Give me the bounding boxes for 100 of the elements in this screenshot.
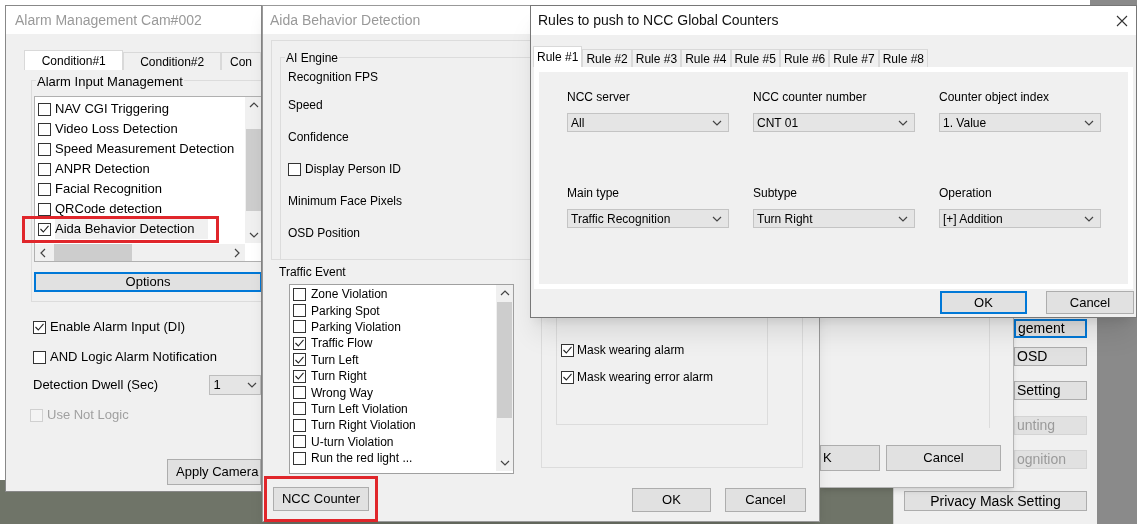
chevron-down-icon <box>898 119 908 126</box>
tab[interactable]: Rule #4 <box>681 49 731 67</box>
checkbox[interactable] <box>38 222 51 236</box>
scroll-left-icon <box>40 247 46 258</box>
ncc-counter-button[interactable]: NCC Counter <box>273 487 369 511</box>
panel-button[interactable]: OSD <box>1014 347 1087 366</box>
ok-button[interactable]: OK <box>632 488 711 512</box>
ok-button[interactable]: OK <box>940 291 1027 314</box>
checkbox[interactable] <box>561 343 574 357</box>
checkbox[interactable] <box>33 320 46 334</box>
list-item[interactable]: Parking Spot <box>311 303 380 318</box>
checkbox[interactable] <box>293 353 306 367</box>
checkbox[interactable] <box>38 102 51 116</box>
list-item[interactable]: NAV CGI Triggering <box>55 99 169 119</box>
list-item[interactable]: Aida Behavior Detection <box>55 219 209 239</box>
panel-button[interactable]: Privacy Mask Setting <box>904 491 1087 511</box>
list-item[interactable]: QRCode detection <box>55 199 162 219</box>
list-item[interactable]: ANPR Detection <box>55 159 150 179</box>
checkbox-label: Enable Alarm Input (DI) <box>50 318 186 337</box>
checkbox-label: Display Person ID <box>305 161 402 178</box>
options-button[interactable]: Options <box>34 272 261 292</box>
dropdown[interactable]: CNT 01 <box>753 113 915 132</box>
list-item[interactable]: Turn Left <box>311 352 359 367</box>
checkbox[interactable] <box>33 350 46 364</box>
cancel-button[interactable]: Cancel <box>886 445 1001 471</box>
checkbox[interactable] <box>38 162 51 176</box>
list-item[interactable]: Parking Violation <box>311 319 401 334</box>
tab[interactable]: Condition#2 <box>123 52 221 70</box>
scrollbar[interactable] <box>245 97 261 243</box>
checkbox[interactable] <box>293 386 306 400</box>
field-label: Counter object index <box>939 89 1051 106</box>
tab[interactable]: Rule #3 <box>631 49 682 67</box>
tab[interactable]: Rule #1 <box>533 46 583 67</box>
tab[interactable]: Con <box>221 52 261 70</box>
tab[interactable]: Rule #6 <box>779 49 830 67</box>
checkbox[interactable] <box>38 142 51 156</box>
list-item[interactable]: Video Loss Detection <box>55 119 178 139</box>
chevron-down-icon <box>247 382 257 388</box>
checkbox[interactable] <box>293 402 306 416</box>
section-label: Traffic Event <box>279 264 347 281</box>
checkbox[interactable] <box>293 369 306 383</box>
checkbox[interactable] <box>561 370 574 384</box>
list-item[interactable]: Turn Right <box>311 369 367 384</box>
list-item[interactable]: Speed Measurement Detection <box>55 139 235 159</box>
field-label: NCC server <box>567 89 631 106</box>
dropdown[interactable]: 1 <box>209 375 261 395</box>
tab[interactable]: Rule #2 <box>582 49 632 67</box>
window-title: Rules to push to NCC Global Counters <box>538 11 779 30</box>
close-icon[interactable] <box>1116 14 1128 27</box>
list-item[interactable]: U-turn Violation <box>311 434 394 449</box>
tab[interactable]: Condition#1 <box>24 50 124 70</box>
list-item[interactable]: Facial Recognition <box>55 179 162 199</box>
checkbox-label: Use Not Logic <box>47 406 129 425</box>
panel-button[interactable]: gement <box>1014 319 1087 338</box>
field-label: Detection Dwell (Sec) <box>33 376 159 395</box>
checkmark-icon <box>563 373 572 381</box>
dropdown[interactable]: [+] Addition <box>939 209 1101 228</box>
dropdown[interactable]: Turn Right <box>753 209 915 228</box>
field-label: Recognition FPS <box>288 69 380 86</box>
ok-button[interactable]: K <box>820 445 880 471</box>
tab[interactable]: Rule #5 <box>730 49 780 67</box>
list-item[interactable]: Wrong Way <box>311 385 373 400</box>
checkbox[interactable] <box>293 435 306 449</box>
list-item[interactable]: Turn Left Violation <box>311 401 408 416</box>
field-label: Minimum Face Pixels <box>288 193 404 210</box>
scroll-down-icon <box>248 232 259 238</box>
checkbox[interactable] <box>288 162 301 176</box>
list-item[interactable]: Zone Violation <box>311 287 388 302</box>
checkmark-icon <box>35 323 44 331</box>
checkbox[interactable] <box>38 182 51 196</box>
tab[interactable]: Rule #7 <box>829 49 879 67</box>
scroll-right-icon <box>234 247 240 258</box>
cancel-button[interactable]: Cancel <box>725 488 806 512</box>
checkbox[interactable] <box>293 304 306 318</box>
checkbox[interactable] <box>293 418 306 432</box>
list-item[interactable]: Turn Right Violation <box>311 418 416 433</box>
dropdown[interactable]: All <box>567 113 729 132</box>
dropdown[interactable]: Traffic Recognition <box>567 209 729 228</box>
scroll-down-icon <box>499 460 510 466</box>
apply-button[interactable]: Apply Camera <box>167 459 261 485</box>
chevron-down-icon <box>712 215 722 222</box>
field-label: Speed <box>288 97 324 114</box>
cancel-button[interactable]: Cancel <box>1046 291 1134 314</box>
dropdown[interactable]: 1. Value <box>939 113 1101 132</box>
horizontal-scrollbar[interactable] <box>35 244 245 261</box>
scrollbar[interactable] <box>496 285 513 471</box>
panel-button[interactable]: Setting <box>1014 381 1087 400</box>
list-item[interactable]: Traffic Flow <box>311 336 373 351</box>
field-label: Operation <box>939 185 993 202</box>
checkbox[interactable] <box>293 451 306 465</box>
field-label: NCC counter number <box>753 89 868 106</box>
checkbox[interactable] <box>38 202 51 216</box>
list-item[interactable]: Run the red light ... <box>311 451 413 466</box>
checkbox[interactable] <box>38 122 51 136</box>
checkmark-icon <box>40 225 49 233</box>
checkbox[interactable] <box>293 287 306 301</box>
checkbox[interactable] <box>293 336 306 350</box>
field-label: OSD Position <box>288 225 362 242</box>
tab[interactable]: Rule #8 <box>878 49 928 67</box>
checkbox[interactable] <box>293 320 306 334</box>
